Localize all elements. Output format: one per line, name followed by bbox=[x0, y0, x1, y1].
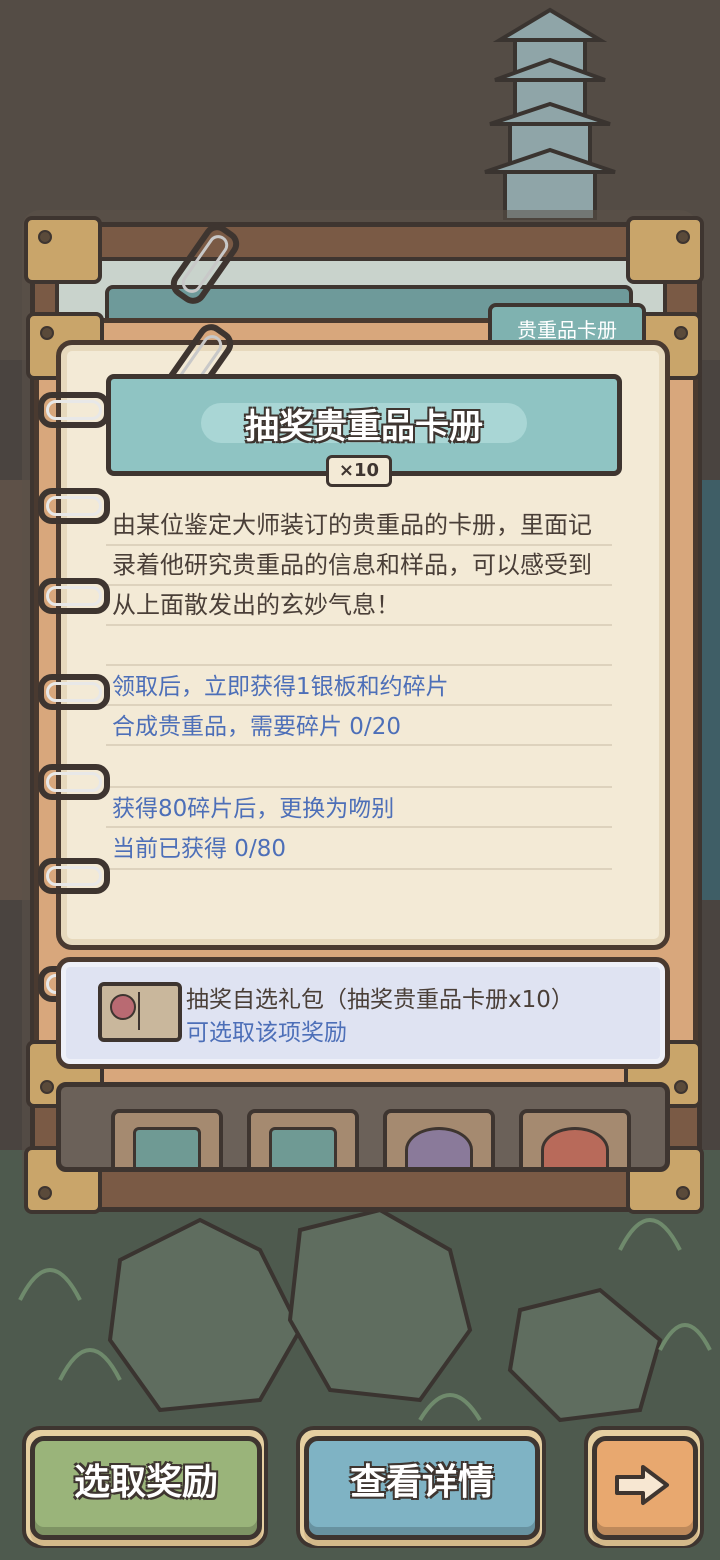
info-claim-line: 领取后，立即获得1银板和约碎片 bbox=[112, 674, 449, 700]
view-details-button[interactable]: 查看详情 bbox=[304, 1436, 540, 1540]
binder-ring bbox=[38, 578, 110, 614]
quantity-badge: ×10 bbox=[326, 455, 392, 487]
page-rule bbox=[106, 786, 612, 788]
binder-ring bbox=[38, 674, 110, 710]
album-icon bbox=[98, 982, 182, 1042]
page-rule bbox=[106, 664, 612, 666]
info-progress-line: 当前已获得 0/80 bbox=[112, 836, 286, 862]
binder-ring bbox=[38, 858, 110, 894]
info-exchange-line: 获得80碎片后，更换为吻别 bbox=[112, 796, 395, 822]
corner-bracket bbox=[24, 216, 102, 284]
item-slot[interactable] bbox=[519, 1109, 631, 1167]
item-title: 抽奖贵重品卡册 bbox=[245, 407, 483, 447]
item-slot[interactable] bbox=[247, 1109, 359, 1167]
corner-bracket bbox=[626, 216, 704, 284]
arrow-right-icon bbox=[615, 1465, 669, 1505]
item-slot[interactable] bbox=[383, 1109, 495, 1167]
select-reward-button[interactable]: 选取奖励 bbox=[30, 1436, 262, 1540]
info-fragments-line: 合成贵重品，需要碎片 0/20 bbox=[112, 714, 401, 740]
pagoda-tower-image bbox=[484, 7, 616, 220]
binder-ring bbox=[38, 488, 110, 524]
binder-ring bbox=[38, 764, 110, 800]
item-slot[interactable] bbox=[111, 1109, 223, 1167]
item-description: 由某位鉴定大师装订的贵重品的卡册，里面记录着他研究贵重品的信息和样品，可以感受到… bbox=[112, 511, 592, 619]
reward-title: 抽奖自选礼包（抽奖贵重品卡册x10） bbox=[186, 987, 574, 1013]
reward-subtitle: 可选取该项奖励 bbox=[186, 1020, 347, 1046]
item-slots-strip bbox=[56, 1082, 670, 1172]
next-button[interactable] bbox=[592, 1436, 698, 1540]
binder-ring bbox=[38, 392, 110, 428]
